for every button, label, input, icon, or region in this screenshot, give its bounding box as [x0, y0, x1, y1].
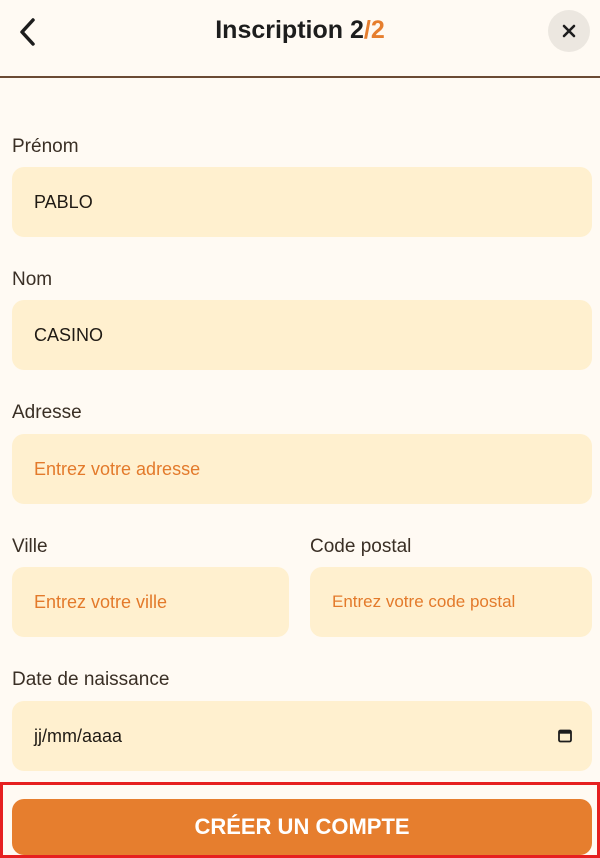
header-bar: Inscription 2/2: [0, 0, 600, 78]
create-account-button[interactable]: CRÉER UN COMPTE: [12, 799, 592, 855]
prenom-value: PABLO: [34, 191, 93, 212]
ville-label: Ville: [12, 536, 48, 557]
step-separator: /: [363, 16, 371, 44]
close-icon: [562, 24, 576, 38]
ville-placeholder: Entrez votre ville: [34, 591, 168, 612]
title-text: Inscription: [215, 16, 344, 44]
adresse-placeholder: Entrez votre adresse: [34, 458, 201, 479]
nom-input[interactable]: CASINO: [12, 300, 592, 370]
date-naissance-input[interactable]: jj/mm/aaaa: [12, 701, 592, 771]
code-postal-input[interactable]: Entrez votre code postal: [310, 567, 592, 637]
calendar-icon[interactable]: [558, 729, 572, 743]
date-naissance-label: Date de naissance: [12, 669, 170, 690]
nom-label: Nom: [12, 269, 53, 290]
step-current: 2: [349, 16, 364, 44]
adresse-label: Adresse: [12, 402, 82, 423]
code-postal-label: Code postal: [310, 536, 412, 557]
page-title: Inscription 2/2: [0, 16, 600, 45]
nom-value: CASINO: [34, 324, 104, 345]
close-button[interactable]: [548, 10, 590, 52]
prenom-input[interactable]: PABLO: [12, 167, 592, 237]
step-total: 2: [370, 16, 385, 44]
code-postal-placeholder: Entrez votre code postal: [332, 592, 516, 611]
date-naissance-placeholder: jj/mm/aaaa: [34, 725, 123, 746]
prenom-label: Prénom: [12, 136, 79, 157]
adresse-input[interactable]: Entrez votre adresse: [12, 434, 592, 504]
ville-input[interactable]: Entrez votre ville: [12, 567, 289, 637]
